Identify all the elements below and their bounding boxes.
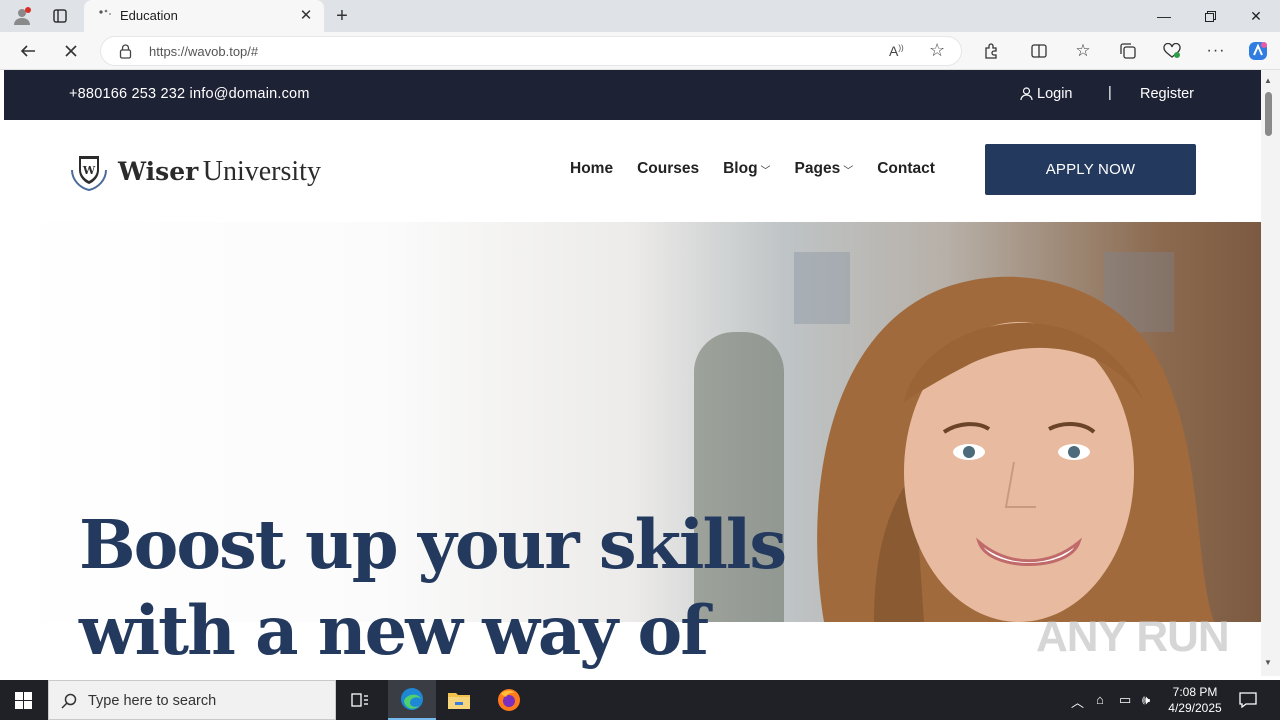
logo-badge-letter: W: [82, 164, 96, 177]
hero-portrait: [817, 276, 1214, 622]
extensions-icon[interactable]: [976, 36, 1006, 66]
nav-home[interactable]: Home: [570, 160, 613, 178]
url-text[interactable]: https://wavob.top/#: [149, 44, 258, 59]
taskbar-clock[interactable]: 7:08 PM 4/29/2025: [1164, 684, 1226, 716]
windows-taskbar: Type here to search ︿ ⌂ ▭ 🕪 7:08 PM 4/29…: [0, 680, 1280, 720]
minimize-icon[interactable]: —: [1141, 0, 1187, 32]
hero-section: Boost up your skills with a new way of: [4, 222, 1261, 676]
volume-icon[interactable]: 🕪: [1142, 692, 1150, 708]
topbar-separator: |: [1108, 85, 1112, 101]
address-bar-row: https://wavob.top/# A)) ☆ ☆ ···: [0, 32, 1280, 70]
scroll-down-icon[interactable]: ▼: [1264, 658, 1272, 667]
tab-title: Education: [120, 8, 178, 23]
site-topbar: +880166 253 232 info@domain.com Login | …: [4, 70, 1261, 120]
loading-icon: [99, 9, 111, 15]
browser-tab-strip: Education ✕ + — ✕: [0, 0, 1280, 32]
hero-title-line-1: Boost up your skills: [79, 505, 787, 584]
window-close-icon[interactable]: ✕: [1233, 0, 1279, 32]
file-explorer-icon[interactable]: [436, 680, 482, 720]
logo-text: Wiser University: [118, 156, 321, 188]
nav-blog[interactable]: Blog ﹀: [723, 160, 770, 178]
web-page: +880166 253 232 info@domain.com Login | …: [4, 70, 1261, 676]
logo-name-rest: University: [202, 156, 321, 187]
profile-icon[interactable]: [8, 4, 36, 28]
logo-name-bold: Wiser: [118, 157, 199, 186]
nav-contact-label: Contact: [877, 160, 935, 177]
login-label: Login: [1037, 86, 1073, 102]
site-logo[interactable]: W Wiser University: [68, 152, 321, 192]
split-screen-icon[interactable]: [1024, 36, 1054, 66]
close-icon[interactable]: ✕: [296, 6, 316, 26]
favorites-icon[interactable]: ☆: [1068, 36, 1098, 66]
user-icon: [1020, 87, 1033, 101]
favorite-icon[interactable]: ☆: [929, 40, 945, 61]
register-link[interactable]: Register: [1140, 86, 1194, 102]
browser-tab[interactable]: Education ✕: [84, 0, 324, 32]
task-view-icon[interactable]: [337, 680, 383, 720]
search-icon: [61, 693, 77, 709]
performance-icon[interactable]: [1157, 36, 1187, 66]
lock-icon[interactable]: [119, 44, 132, 59]
scroll-up-icon[interactable]: ▲: [1264, 76, 1272, 85]
main-nav: Home Courses Blog ﹀ Pages ﹀ Contact: [570, 160, 935, 178]
hero-title-line-2: with a new way of: [79, 591, 709, 670]
search-placeholder: Type here to search: [88, 693, 217, 709]
nav-courses-label: Courses: [637, 160, 700, 177]
nav-home-label: Home: [570, 160, 614, 177]
page-scrollbar[interactable]: ▲ ▼: [1261, 70, 1280, 676]
clock-time: 7:08 PM: [1172, 685, 1218, 699]
chevron-down-icon: ﹀: [843, 165, 854, 177]
address-bar[interactable]: https://wavob.top/# A)) ☆: [100, 36, 962, 66]
notification-icon[interactable]: [1226, 680, 1270, 720]
nav-pages-label: Pages: [794, 160, 841, 177]
edge-icon[interactable]: [388, 680, 436, 720]
read-aloud-icon[interactable]: A)): [889, 43, 904, 59]
network-icon[interactable]: ▭: [1119, 692, 1131, 708]
clock-date: 4/29/2025: [1168, 701, 1222, 715]
tab-actions-icon[interactable]: [48, 4, 72, 28]
watermark: ANY RUN: [1036, 612, 1230, 661]
windows-start-icon[interactable]: [0, 680, 46, 720]
firefox-icon[interactable]: [486, 680, 532, 720]
chevron-up-icon[interactable]: ︿: [1071, 692, 1084, 711]
nav-blog-label: Blog: [723, 160, 758, 177]
restore-icon[interactable]: [1187, 0, 1233, 32]
chevron-down-icon: ﹀: [760, 165, 771, 177]
scroll-thumb[interactable]: [1265, 92, 1272, 136]
new-tab-icon[interactable]: +: [330, 4, 354, 28]
copilot-icon[interactable]: [1243, 36, 1273, 66]
battery-icon[interactable]: ⌂: [1096, 692, 1104, 707]
more-icon[interactable]: ···: [1201, 36, 1231, 66]
shield-logo-icon: W: [71, 156, 107, 192]
site-header: W Wiser University Home Courses Blog ﹀ Pa…: [4, 120, 1261, 222]
nav-contact[interactable]: Contact: [877, 160, 935, 178]
apply-now-button[interactable]: APPLY NOW: [985, 144, 1196, 195]
login-link[interactable]: Login: [1020, 86, 1072, 102]
collections-icon[interactable]: [1113, 36, 1143, 66]
stop-icon[interactable]: [56, 36, 86, 66]
hero-title: Boost up your skills with a new way of: [79, 502, 799, 674]
nav-pages[interactable]: Pages ﹀: [795, 160, 854, 178]
nav-courses[interactable]: Courses: [637, 160, 699, 178]
contact-info: +880166 253 232 info@domain.com: [69, 86, 310, 102]
back-icon[interactable]: [13, 36, 43, 66]
taskbar-search-box[interactable]: Type here to search: [48, 680, 336, 720]
